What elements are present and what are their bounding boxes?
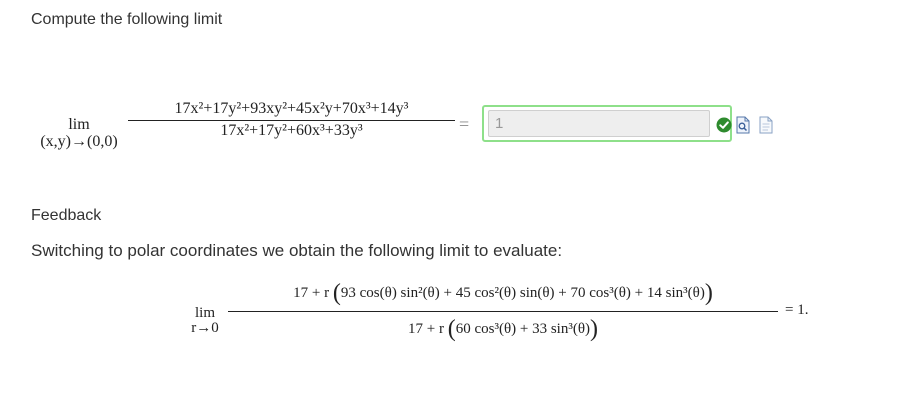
polar-limit-subscript: r→0	[191, 320, 219, 336]
check-icon	[716, 117, 732, 133]
right-paren: )	[590, 316, 599, 342]
limit-subscript: (x,y)→(0,0)	[40, 133, 118, 150]
limit-label: lim	[68, 116, 90, 133]
polar-den-prefix: 17 + r	[407, 321, 444, 337]
fraction-numerator: 17x²+17y²+93xy²+45x²y+70x³+14y³	[174, 100, 409, 117]
equals-sign: =	[459, 114, 470, 134]
doc-icon[interactable]	[759, 116, 773, 134]
polar-limit-label: lim	[194, 305, 215, 321]
feedback-title: Feedback	[31, 207, 102, 224]
polar-fraction: 17 + r (93 cos(θ) sin²(θ) + 45 cos²(θ) s…	[228, 280, 778, 343]
left-paren: (	[447, 316, 456, 342]
answer-input[interactable]: 1	[488, 110, 710, 137]
right-paren: )	[704, 280, 713, 306]
answer-field-wrapper: 1	[482, 105, 732, 142]
polar-limit-operator: lim r→0	[185, 306, 225, 336]
preview-icon[interactable]	[736, 116, 750, 134]
limit-operator: lim (x,y)→(0,0)	[31, 116, 127, 150]
limit-fraction: 17x²+17y²+93xy²+45x²y+70x³+14y³ 17x²+17y…	[128, 100, 455, 140]
polar-den-inner: 60 cos³(θ) + 33 sin³(θ)	[455, 321, 591, 337]
polar-num-prefix: 17 + r	[293, 285, 330, 301]
polar-num-inner: 93 cos(θ) sin²(θ) + 45 cos²(θ) sin(θ) + …	[340, 285, 705, 301]
polar-result: = 1.	[785, 302, 809, 318]
polar-numerator: 17 + r (93 cos(θ) sin²(θ) + 45 cos²(θ) s…	[228, 280, 778, 311]
feedback-text: Switching to polar coordinates we obtain…	[31, 241, 563, 260]
left-paren: (	[332, 280, 341, 306]
polar-denominator: 17 + r (60 cos³(θ) + 33 sin³(θ))	[228, 312, 778, 343]
question-prompt: Compute the following limit	[31, 11, 223, 28]
fraction-denominator: 17x²+17y²+60x³+33y³	[220, 122, 363, 139]
